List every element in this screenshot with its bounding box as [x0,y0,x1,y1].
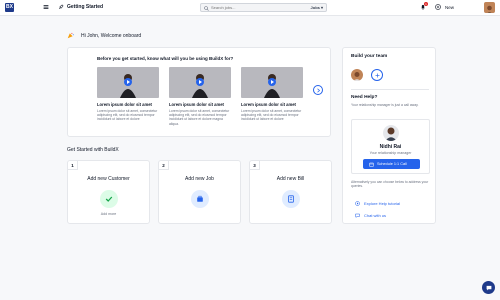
help-title: Need Help? [351,95,378,100]
new-button[interactable]: New [445,5,454,10]
video-description: Lorem ipsum dolor sit amet, consectetur … [241,109,302,122]
explore-tutorial-link[interactable]: Explore Help tutorial [355,201,400,206]
manager-role: Your relationship manager [369,151,412,155]
app-logo[interactable]: BX [5,3,14,12]
chat-support-button[interactable] [482,281,495,294]
chat-with-us-link[interactable]: Chat with us [355,213,386,218]
rocket-icon [58,4,64,10]
help-description: Your relationship manager is just a call… [351,103,419,107]
step-number: 1 [68,161,78,170]
video-thumbnail[interactable] [97,67,159,98]
step-number: 2 [159,161,169,170]
step-status [100,190,118,208]
chat-icon [486,285,491,290]
top-bar: BX Getting Started Jobs ▾ 1 New [0,0,500,16]
get-started-title: Get Started with BuildX [67,147,119,153]
search-scope-select[interactable]: Jobs ▾ [311,5,323,10]
notification-badge: 1 [424,2,428,6]
plus-icon [375,73,379,77]
manager-name: Nidhi Rai [379,144,402,150]
schedule-call-button[interactable]: Schedule 1:1 Call [363,159,420,169]
video-card[interactable]: Lorem ipsum dolor sit amet Lorem ipsum d… [241,67,303,122]
intro-videos-card: Before you get started, know what will y… [67,47,331,137]
calendar-icon [369,162,374,167]
video-description: Lorem ipsum dolor sit amet, consectetur … [97,109,158,122]
add-job-button[interactable] [191,190,209,208]
tutorial-icon [355,201,360,206]
welcome-message: Hi John, Welcome onboard [81,33,142,39]
menu-icon[interactable] [43,4,49,10]
video-title: Lorem ipsum dolor sit amet [169,102,224,107]
step-add-job-card[interactable]: 2 Add new Job [158,160,241,224]
user-avatar[interactable] [484,2,495,13]
step-number: 3 [250,161,260,170]
video-card[interactable]: Lorem ipsum dolor sit amet Lorem ipsum d… [97,67,159,122]
explore-tutorial-label: Explore Help tutorial [364,201,401,206]
plus-icon[interactable] [435,4,441,10]
video-thumbnail[interactable] [241,67,303,98]
next-videos-button[interactable] [313,85,323,95]
team-member-avatar[interactable] [351,69,363,81]
search-bar[interactable]: Jobs ▾ [200,3,327,12]
intro-videos-title: Before you get started, know what will y… [97,56,234,61]
add-bill-button[interactable] [282,190,300,208]
video-card[interactable]: Lorem ipsum dolor sit amet Lorem ipsum d… [169,67,231,126]
divider [351,89,429,90]
play-icon[interactable] [268,78,276,86]
bill-icon [288,195,294,203]
step-add-bill-card[interactable]: 3 Add new Bill [249,160,332,224]
step-title: Add new Customer [87,176,130,182]
video-title: Lorem ipsum dolor sit amet [241,102,296,107]
job-icon [197,195,203,202]
chat-icon [355,213,360,218]
manager-card: Nidhi Rai Your relationship manager Sche… [351,119,430,174]
search-scope-label: Jobs [310,5,320,10]
add-team-member-button[interactable] [371,69,383,81]
search-icon [204,5,209,11]
add-more-link[interactable]: Add more [68,212,149,216]
step-title: Add new Job [185,176,214,182]
team-title: Build your team [351,54,388,59]
help-panel: Build your team Need Help? Your relation… [342,47,436,224]
manager-avatar [383,125,399,141]
play-icon[interactable] [124,78,132,86]
search-input[interactable] [211,4,301,11]
alternative-help-text: Alternatively you can choose below to ad… [351,180,429,189]
step-add-customer-card[interactable]: 1 Add new Customer Add more [67,160,150,224]
party-icon [67,32,74,39]
video-description: Lorem ipsum dolor sit amet, consectetur … [169,109,230,126]
page-title: Getting Started [67,4,104,10]
play-icon[interactable] [196,78,204,86]
video-thumbnail[interactable] [169,67,231,98]
schedule-call-label: Schedule 1:1 Call [377,162,407,166]
step-title: Add new Bill [276,176,305,182]
chevron-right-icon [317,88,321,93]
video-title: Lorem ipsum dolor sit amet [97,102,152,107]
check-icon [105,196,113,202]
